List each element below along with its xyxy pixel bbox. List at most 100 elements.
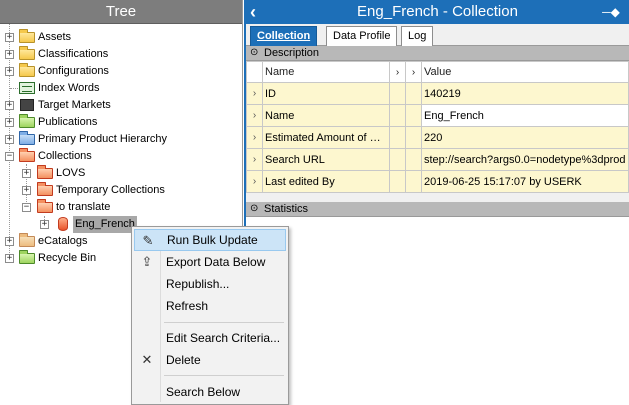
expand-icon[interactable]: + xyxy=(5,101,14,110)
row-name: Name xyxy=(262,104,390,127)
tree-item-to-translate[interactable]: − to translate xyxy=(0,199,240,216)
collapse-icon[interactable]: − xyxy=(5,152,14,161)
table-row[interactable]: › Estimated Amount of Obje... 220 xyxy=(246,126,629,149)
folder-icon xyxy=(19,29,35,43)
tree-item-label: Publications xyxy=(38,116,98,128)
pin-icon[interactable]: ─◆ xyxy=(601,5,621,19)
menu-item-label: Republish... xyxy=(166,277,230,291)
row-value: 220 xyxy=(421,126,629,149)
tree-item-index-words[interactable]: Index Words xyxy=(0,80,240,97)
menu-item-label: Run Bulk Update xyxy=(167,233,258,247)
column-header-name[interactable]: Name xyxy=(262,61,390,83)
section-title: Description xyxy=(264,47,320,59)
recycle-bin-icon xyxy=(19,250,35,264)
folder-icon xyxy=(19,63,35,77)
tree-item-label: to translate xyxy=(56,201,111,213)
description-section-header[interactable]: ⊙ Description xyxy=(246,46,629,61)
publications-folder-icon xyxy=(19,114,35,128)
export-icon: ⇪ xyxy=(141,254,153,269)
chevron-right-icon[interactable]: › xyxy=(389,61,406,83)
menu-item-run-bulk-update[interactable]: ✎ Run Bulk Update xyxy=(134,229,286,251)
row-spacer xyxy=(405,148,422,171)
expand-icon[interactable]: + xyxy=(5,50,14,59)
expand-icon[interactable]: + xyxy=(22,169,31,178)
expand-icon[interactable]: + xyxy=(40,220,49,229)
tree-item-configurations[interactable]: + Configurations xyxy=(0,63,240,80)
row-value[interactable]: Eng_French xyxy=(421,104,629,127)
expand-section-icon[interactable]: ⊙ xyxy=(250,204,260,214)
table-row[interactable]: › Search URL step://search?args0.0=nodet… xyxy=(246,148,629,171)
tree-item-publications[interactable]: + Publications xyxy=(0,114,240,131)
row-name: ID xyxy=(262,82,390,105)
tree-item-classifications[interactable]: + Classifications xyxy=(0,46,240,63)
menu-item-edit-search-criteria[interactable]: Edit Search Criteria... xyxy=(134,327,286,349)
collections-icon xyxy=(19,148,35,162)
menu-item-republish[interactable]: Republish... xyxy=(134,273,286,295)
expand-icon[interactable]: + xyxy=(5,67,14,76)
tab-collection[interactable]: Collection xyxy=(250,26,318,46)
menu-item-refresh[interactable]: Refresh xyxy=(134,295,286,317)
hierarchy-folder-icon xyxy=(19,131,35,145)
tree-item-lovs[interactable]: + LOVS xyxy=(0,165,240,182)
row-value: 140219 xyxy=(421,82,629,105)
tree-item-label: Target Markets xyxy=(38,99,111,111)
expand-icon[interactable]: + xyxy=(5,33,14,42)
expand-icon[interactable]: + xyxy=(5,118,14,127)
column-header-value[interactable]: Value xyxy=(421,61,629,83)
statistics-section-header[interactable]: ⊙ Statistics xyxy=(246,202,629,217)
context-menu: ✎ Run Bulk Update ⇪ Export Data Below Re… xyxy=(131,226,289,405)
target-markets-icon xyxy=(20,99,34,111)
tree-item-collections[interactable]: − Collections xyxy=(0,148,240,165)
tree-item-label: LOVS xyxy=(56,167,86,179)
tree-connector xyxy=(10,88,18,89)
tree-item-label: Recycle Bin xyxy=(38,252,97,264)
row-spacer xyxy=(389,148,406,171)
collapse-icon[interactable]: − xyxy=(22,203,31,212)
table-row[interactable]: › Last edited By 2019-06-25 15:17:07 by … xyxy=(246,170,629,193)
tree-item-target-markets[interactable]: + Target Markets xyxy=(0,97,240,114)
menu-item-label: Refresh xyxy=(166,299,209,313)
table-row[interactable]: › Name Eng_French xyxy=(246,104,629,127)
collapse-section-icon[interactable]: ⊙ xyxy=(250,48,260,58)
description-table: Name › › Value › ID 140219 › Name Eng_Fr… xyxy=(246,61,629,193)
expand-icon[interactable]: + xyxy=(22,186,31,195)
menu-separator xyxy=(164,375,284,376)
ecatalogs-icon xyxy=(19,233,35,247)
row-name: Last edited By xyxy=(262,170,390,193)
detail-header: ‹ Eng_French - Collection ─◆ xyxy=(246,0,629,24)
tree-item-label: Temporary Collections xyxy=(56,184,165,196)
menu-item-export-data-below[interactable]: ⇪ Export Data Below xyxy=(134,251,286,273)
expand-icon[interactable]: + xyxy=(5,135,14,144)
table-header-row: Name › › Value xyxy=(246,61,629,83)
expand-icon[interactable]: + xyxy=(5,254,14,263)
row-expand-icon[interactable]: › xyxy=(246,170,263,193)
row-expand-icon[interactable]: › xyxy=(246,126,263,149)
menu-item-label: Search Below xyxy=(166,385,241,399)
chevron-right-icon[interactable]: › xyxy=(405,61,422,83)
row-selector-header xyxy=(246,61,263,83)
folder-icon xyxy=(19,46,35,60)
row-expand-icon[interactable]: › xyxy=(246,104,263,127)
row-spacer xyxy=(389,126,406,149)
table-row[interactable]: › ID 140219 xyxy=(246,82,629,105)
row-expand-icon[interactable]: › xyxy=(246,82,263,105)
tab-log[interactable]: Log xyxy=(401,26,434,46)
tree-item-label: Classifications xyxy=(38,48,109,60)
row-value: step://search?args0.0=nodetype%3dprod xyxy=(421,148,629,171)
collection-folder-icon xyxy=(37,165,53,179)
collection-icon xyxy=(58,217,68,231)
row-spacer xyxy=(389,170,406,193)
tab-data-profile[interactable]: Data Profile xyxy=(326,26,398,46)
expand-icon[interactable]: + xyxy=(5,237,14,246)
tree-item-label: Configurations xyxy=(38,65,109,77)
tree-item-assets[interactable]: + Assets xyxy=(0,29,240,46)
tree-item-primary-product-hierarchy[interactable]: + Primary Product Hierarchy xyxy=(0,131,240,148)
menu-item-delete[interactable]: ✕ Delete xyxy=(134,349,286,371)
tab-bar: Collection Data Profile Log xyxy=(246,24,629,46)
row-spacer xyxy=(405,170,422,193)
row-expand-icon[interactable]: › xyxy=(246,148,263,171)
row-value: 2019-06-25 15:17:07 by USERK xyxy=(421,170,629,193)
tree-item-temporary-collections[interactable]: + Temporary Collections xyxy=(0,182,240,199)
menu-item-search-below[interactable]: Search Below xyxy=(134,381,286,403)
menu-separator xyxy=(164,322,284,323)
